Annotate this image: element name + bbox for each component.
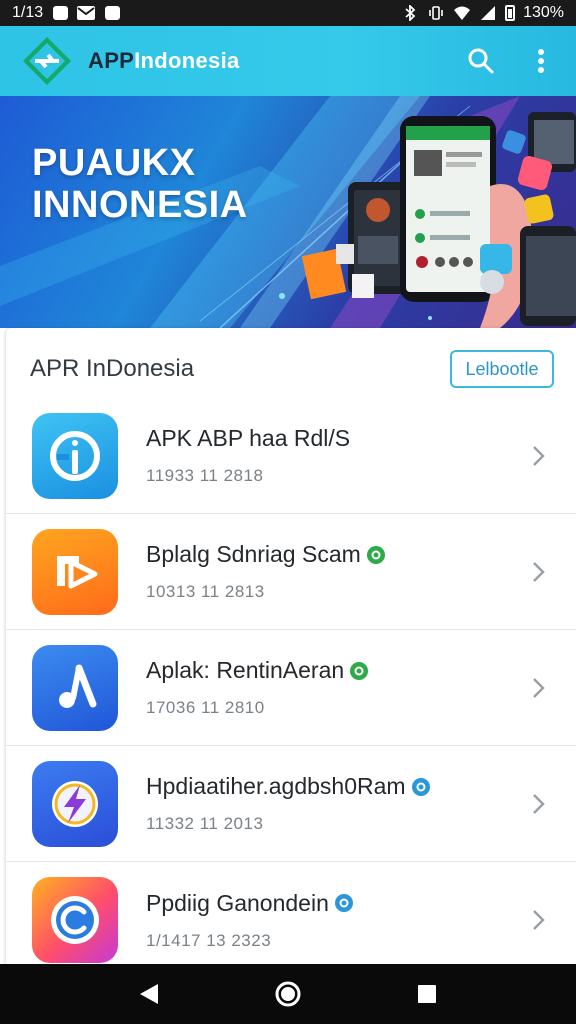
verified-badge-icon (366, 545, 385, 564)
signal-icon (479, 5, 497, 21)
notification-icon (51, 5, 69, 21)
home-circle-icon (275, 981, 301, 1007)
status-bar: 1/13 130% (0, 0, 576, 26)
banner-title: PUAUKX INNONESIA (32, 142, 248, 226)
app-name: Hpdiaatiher.agdbsh0Ram (146, 773, 430, 800)
battery-level: 130% (523, 4, 564, 21)
vibrate-icon (427, 5, 445, 21)
list-item[interactable]: Ppdiig Ganondein 1/1417 13 2323 (6, 862, 576, 978)
app-meta: 11332 11 2013 (146, 814, 264, 833)
chevron-right-icon (533, 793, 545, 814)
app-meta: 17036 11 2810 (146, 698, 265, 717)
app-logo-icon[interactable] (20, 34, 74, 88)
app-name-text: Bplalg Sdnriag Scam (146, 541, 361, 567)
home-button[interactable] (268, 974, 308, 1014)
lightning-icon (32, 760, 118, 847)
app-meta: 11933 11 2818 (146, 466, 264, 485)
banner-title-line-2: INNONESIA (32, 184, 248, 226)
info-g-icon (32, 412, 118, 499)
list-item[interactable]: APK ABP haa Rdl/S 11933 11 2818 (6, 398, 576, 514)
app-name-text: Ppdiig Ganondein (146, 889, 329, 916)
recents-button[interactable] (407, 974, 447, 1014)
verified-badge-icon (334, 894, 353, 912)
app-name: APK ABP haa Rdl/S (146, 425, 350, 452)
app-list-card: APR InDonesia Lelbootle APK ABP haa Rdl/… (6, 328, 576, 964)
bluetooth-icon (401, 5, 419, 21)
wifi-icon (453, 5, 471, 21)
chevron-right-icon (533, 677, 545, 698)
list-item[interactable]: Aplak: RentinAeran 17036 11 2810 (6, 630, 576, 746)
more-vert-icon (538, 49, 544, 73)
back-triangle-icon (140, 984, 159, 1004)
play-arrow-icon (32, 528, 118, 615)
app-list: APK ABP haa Rdl/S 11933 11 2818 Bplalg S… (6, 398, 576, 978)
app-name-text: Aplak: RentinAeran (146, 657, 345, 683)
app-meta: 10313 11 2813 (146, 582, 265, 601)
mail-icon (77, 5, 96, 21)
c-ring-icon (32, 877, 118, 963)
banner-title-line-1: PUAUKX (32, 142, 196, 184)
app-name-text: Hpdiaatiher.agdbsh0Ram (146, 773, 406, 799)
promo-banner[interactable]: PUAUKX INNONESIA (0, 96, 576, 328)
app-bar: APPIndonesia (0, 26, 576, 96)
verified-badge-icon (350, 661, 369, 680)
list-item[interactable]: Bplalg Sdnriag Scam 10313 11 2813 (6, 514, 576, 630)
verified-badge-icon (411, 777, 430, 796)
recents-square-icon (417, 985, 436, 1003)
app-notification-icon (103, 5, 121, 21)
battery-icon (505, 5, 516, 21)
app-title-part-2: Indonesia (134, 48, 240, 73)
app-name-text: APK ABP haa Rdl/S (146, 425, 351, 451)
list-item[interactable]: Hpdiaatiher.agdbsh0Ram 11332 11 2013 (6, 746, 576, 862)
section-title: APR InDonesia (30, 355, 195, 382)
back-button[interactable] (129, 974, 169, 1014)
section-header: APR InDonesia Lelbootle (30, 350, 554, 388)
music-note-icon (32, 644, 118, 731)
app-meta: 1/1417 13 2323 (146, 930, 272, 950)
chevron-right-icon (533, 561, 545, 582)
chevron-right-icon (533, 910, 545, 930)
section-action-button[interactable]: Lelbootle (450, 350, 554, 388)
overflow-menu-button[interactable] (526, 46, 556, 76)
app-name: Aplak: RentinAeran (146, 657, 369, 684)
app-title: APPIndonesia (88, 48, 240, 74)
app-name: Ppdiig Ganondein (146, 890, 353, 917)
app-title-part-1: APP (88, 48, 135, 73)
status-time: 1/13 (12, 4, 44, 21)
system-nav-bar (0, 964, 576, 1024)
app-name: Bplalg Sdnriag Scam (146, 541, 385, 568)
chevron-right-icon (533, 445, 545, 466)
search-button[interactable] (466, 46, 496, 76)
search-icon (468, 48, 494, 74)
